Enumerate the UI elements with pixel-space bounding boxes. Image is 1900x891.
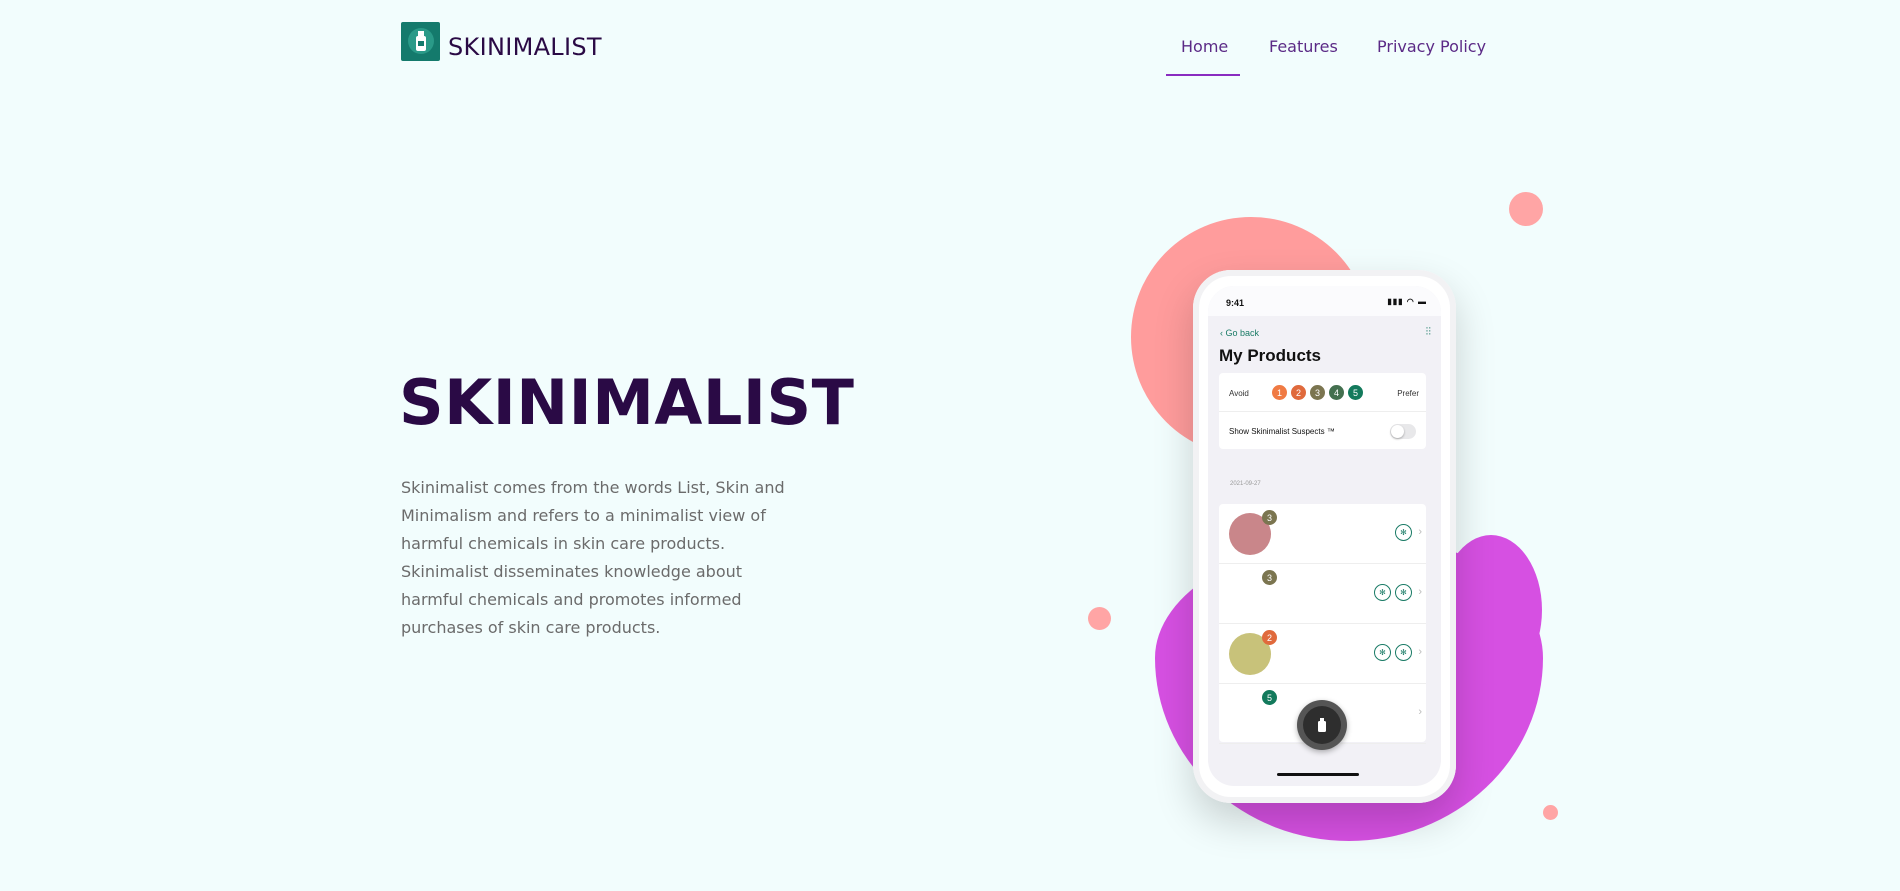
ingredient-rings: ✻ ✻ bbox=[1374, 644, 1412, 661]
ingredient-rings: ✻ bbox=[1395, 524, 1412, 541]
status-time: 9:41 bbox=[1226, 298, 1245, 308]
bottle-icon bbox=[1303, 706, 1341, 744]
score-scale: Avoid 12345 Prefer bbox=[1229, 385, 1419, 400]
ingredient-rings: ✻ ✻ bbox=[1374, 584, 1412, 601]
score-circle[interactable]: 4 bbox=[1329, 385, 1344, 400]
chevron-right-icon: › bbox=[1418, 526, 1422, 538]
screen-title: My Products bbox=[1219, 346, 1322, 365]
score-scale-circles: 12345 bbox=[1272, 385, 1363, 400]
score-badge: 3 bbox=[1262, 570, 1277, 585]
score-badge: 3 bbox=[1262, 510, 1277, 525]
suspects-label: Show Skinimalist Suspects ™ bbox=[1229, 427, 1335, 436]
phone-mockup: 9:41 ▮▮▮ ◠ ▬ ‹ Go back ⫶⫶ My Products Av… bbox=[1193, 270, 1456, 803]
nav-home[interactable]: Home bbox=[1181, 37, 1228, 56]
filter-card: Avoid 12345 Prefer Show Skinimalist Susp… bbox=[1219, 373, 1426, 449]
score-circle[interactable]: 3 bbox=[1310, 385, 1325, 400]
ingredient-ring-icon: ✻ bbox=[1374, 584, 1391, 601]
score-circle[interactable]: 1 bbox=[1272, 385, 1287, 400]
prefer-label: Prefer bbox=[1397, 389, 1419, 398]
nav-privacy-policy[interactable]: Privacy Policy bbox=[1377, 37, 1486, 56]
product-row[interactable]: 3 ✻ ✻ › bbox=[1219, 564, 1426, 624]
go-back-label: Go back bbox=[1225, 328, 1260, 338]
nav-active-indicator bbox=[1166, 74, 1240, 76]
ingredient-ring-icon: ✻ bbox=[1374, 644, 1391, 661]
decorative-dot bbox=[1088, 607, 1111, 630]
decorative-dot bbox=[1509, 192, 1543, 226]
suspects-toggle[interactable] bbox=[1390, 424, 1416, 439]
go-back-link[interactable]: ‹ Go back bbox=[1220, 328, 1259, 338]
avoid-label: Avoid bbox=[1229, 389, 1249, 398]
phone-screen: 9:41 ▮▮▮ ◠ ▬ ‹ Go back ⫶⫶ My Products Av… bbox=[1208, 286, 1441, 786]
status-icons: ▮▮▮ ◠ ▬ bbox=[1387, 297, 1427, 306]
scan-button[interactable] bbox=[1297, 700, 1347, 750]
filter-icon[interactable]: ⫶⫶ bbox=[1426, 326, 1432, 339]
score-circle[interactable]: 2 bbox=[1291, 385, 1306, 400]
hero-description: Skinimalist comes from the words List, S… bbox=[401, 478, 785, 637]
product-row[interactable]: 3 ✻ › bbox=[1219, 504, 1426, 564]
score-circle[interactable]: 5 bbox=[1348, 385, 1363, 400]
hero-title: SKINIMALIST bbox=[399, 366, 855, 439]
main-nav: Home Features Privacy Policy bbox=[0, 0, 1900, 80]
product-row[interactable]: 2 ✻ ✻ › bbox=[1219, 624, 1426, 684]
divider bbox=[1219, 411, 1426, 412]
chevron-right-icon: › bbox=[1418, 586, 1422, 598]
nav-features[interactable]: Features bbox=[1269, 37, 1338, 56]
chevron-right-icon: › bbox=[1418, 706, 1422, 718]
score-badge: 5 bbox=[1262, 690, 1277, 705]
decorative-dot bbox=[1543, 805, 1558, 820]
ingredient-ring-icon: ✻ bbox=[1395, 524, 1412, 541]
ingredient-ring-icon: ✻ bbox=[1395, 584, 1412, 601]
score-badge: 2 bbox=[1262, 630, 1277, 645]
chevron-right-icon: › bbox=[1418, 646, 1422, 658]
list-date: 2021-09-27 bbox=[1230, 481, 1261, 487]
home-indicator bbox=[1277, 773, 1359, 776]
ingredient-ring-icon: ✻ bbox=[1395, 644, 1412, 661]
status-bar: 9:41 ▮▮▮ ◠ ▬ bbox=[1208, 286, 1441, 316]
